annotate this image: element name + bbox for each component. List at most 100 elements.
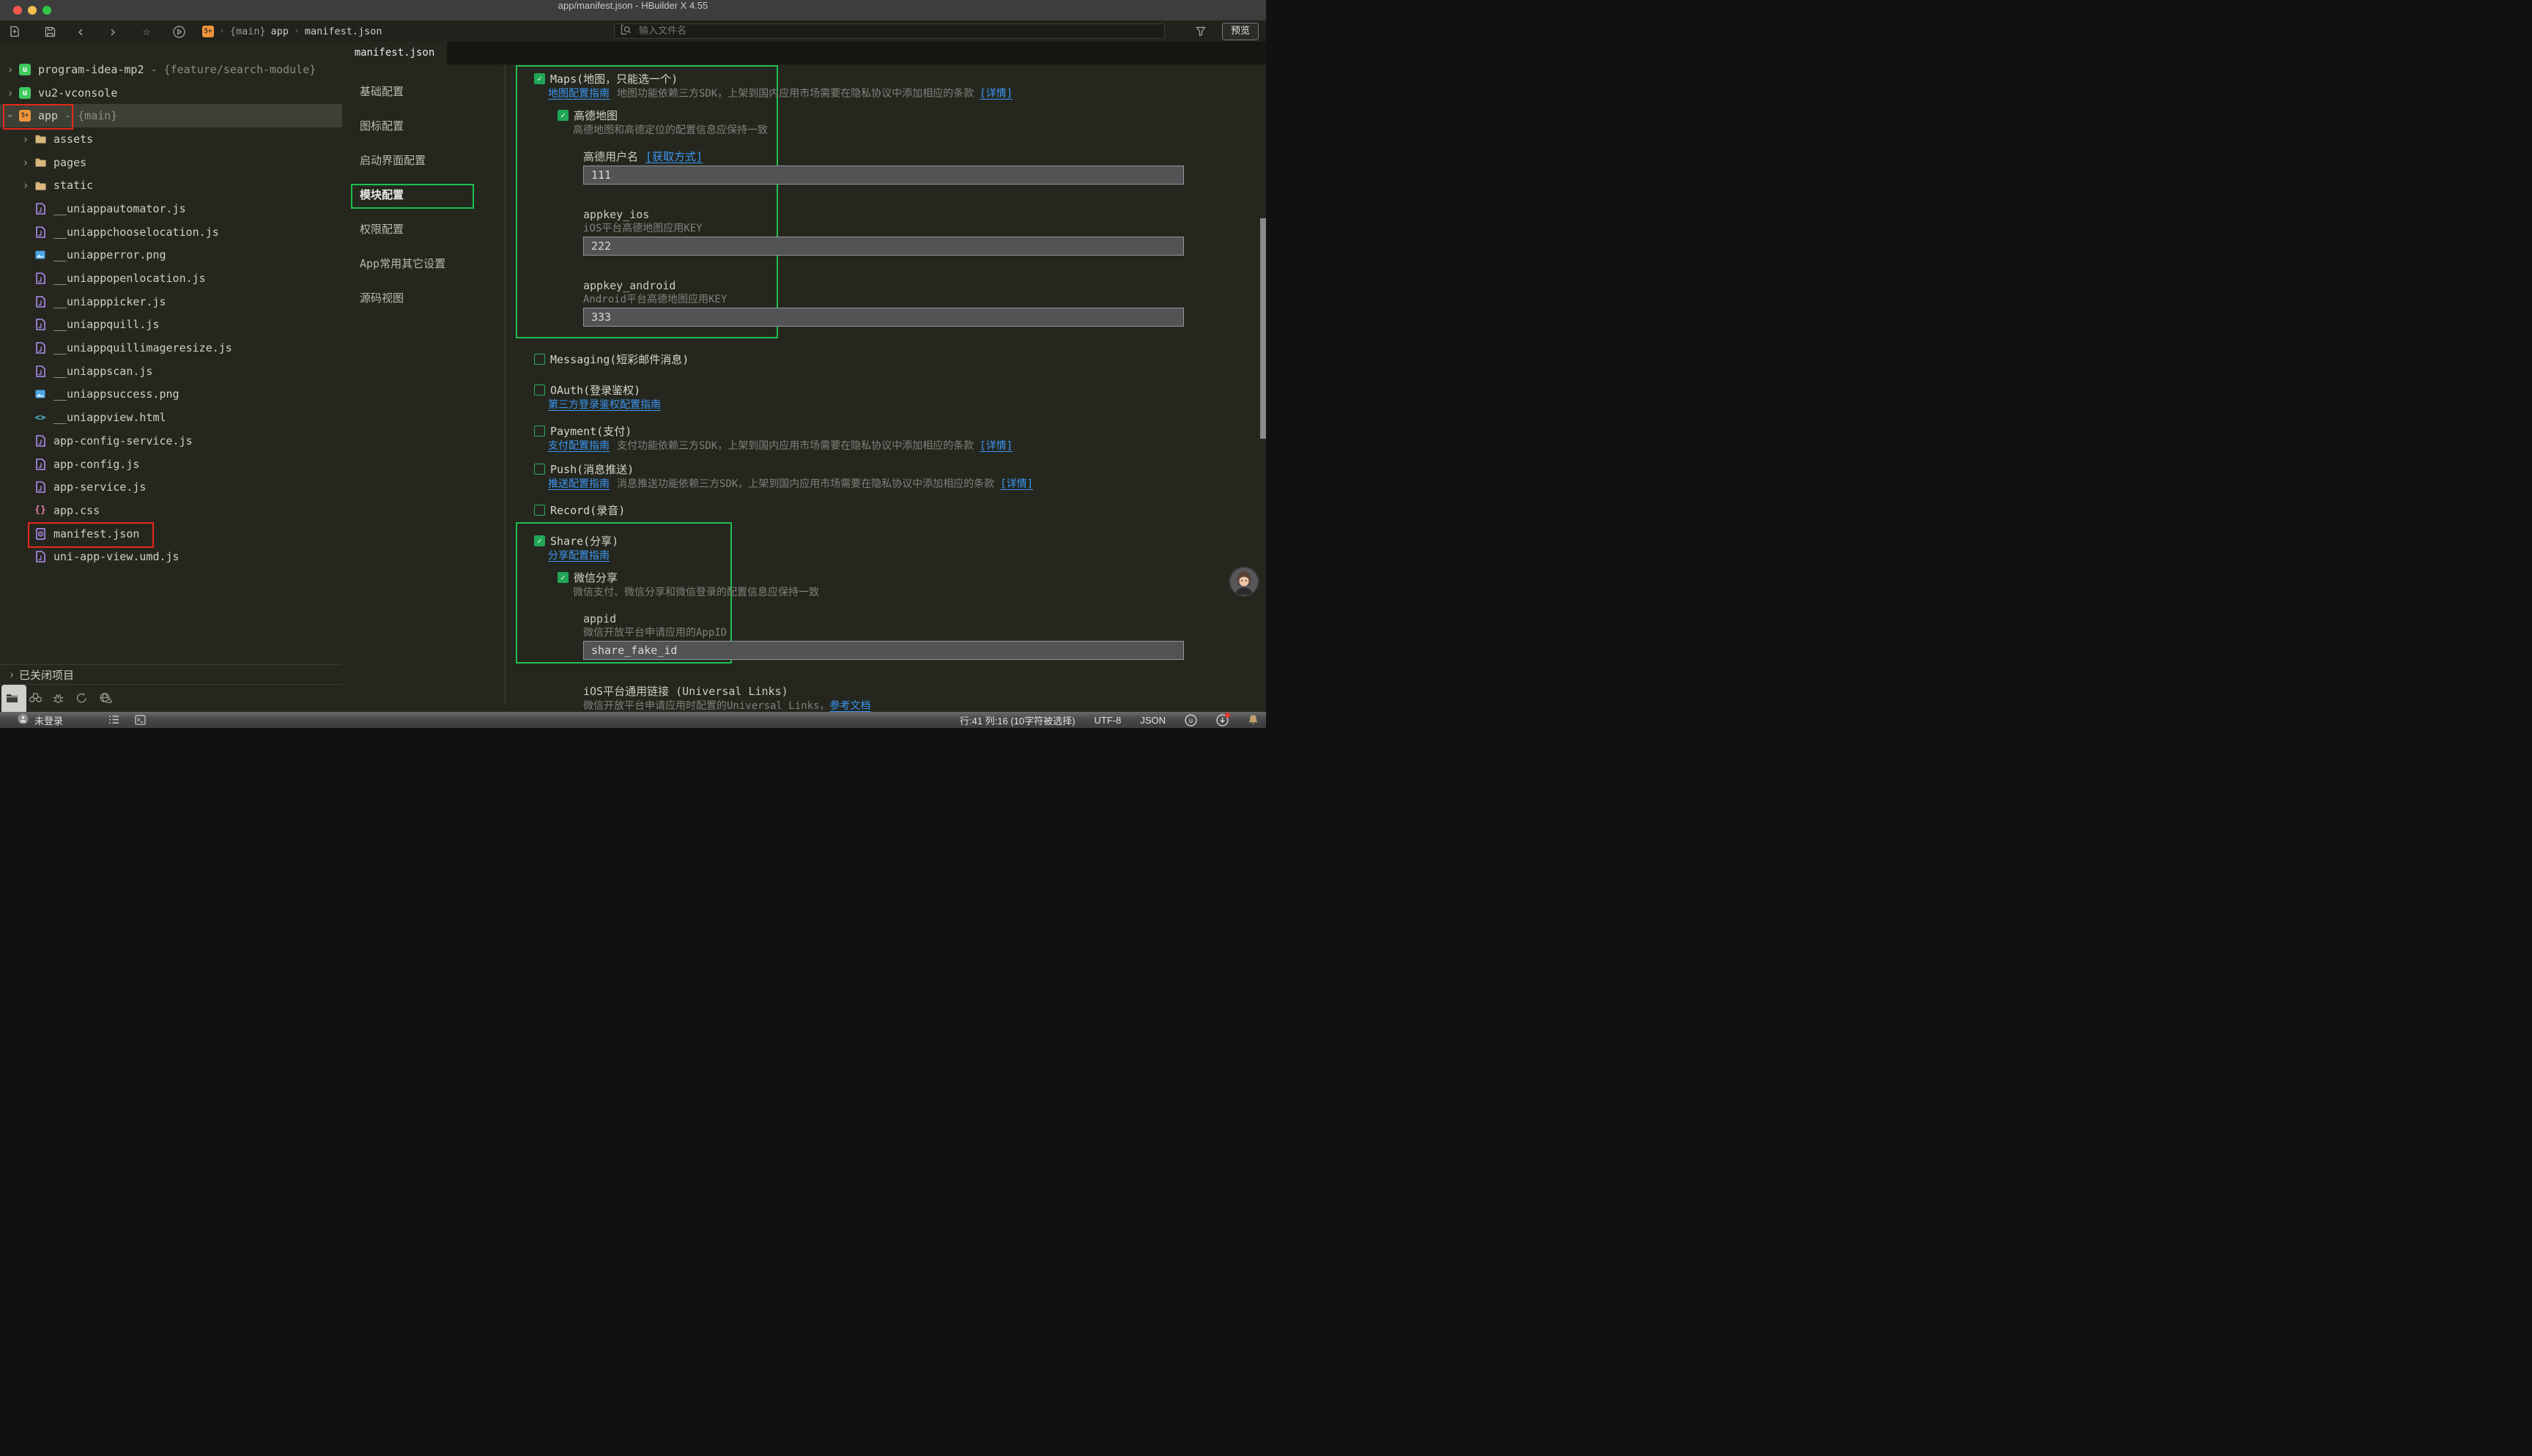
file-search-input[interactable] xyxy=(637,25,1117,37)
js-file-icon xyxy=(34,551,46,562)
link-guide-3[interactable]: 支付配置指南 xyxy=(548,440,610,452)
debug-bug-icon[interactable] xyxy=(52,692,64,707)
chevron-right-icon[interactable]: › xyxy=(21,179,30,192)
project-explorer: ›uprogram-idea-mp2- {feature/search-modu… xyxy=(0,42,342,712)
tree-item-uni-app-viewumdjs[interactable]: uni-app-view.umd.js xyxy=(0,545,342,568)
login-status[interactable]: 未登录 xyxy=(18,712,63,728)
tree-item-__uniappsuccesspng[interactable]: __uniappsuccess.png xyxy=(0,383,342,406)
tree-item-__uniappautomatorjs[interactable]: __uniappautomator.js xyxy=(0,197,342,220)
tree-item-__uniapperrorpng[interactable]: __uniapperror.png xyxy=(0,244,342,267)
checkbox-child[interactable]: ✓ xyxy=(558,572,569,583)
checkbox-child[interactable]: ✓ xyxy=(558,110,569,121)
module-section-0: ✓Maps(地图，只能选一个)地图配置指南地图功能依赖三方SDK，上架到国内应用… xyxy=(505,70,1266,327)
tree-item-app-servicejs[interactable]: app-service.js xyxy=(0,475,342,499)
link-howto[interactable]: [获取方式] xyxy=(645,150,703,163)
checkbox-module-4[interactable] xyxy=(534,464,545,475)
run-icon[interactable] xyxy=(170,23,188,40)
cursor-position-label[interactable]: 行:41 列:16 (10字符被选择) xyxy=(960,713,1076,727)
checkbox-module-3[interactable] xyxy=(534,426,545,437)
tree-item-program-idea-mp2[interactable]: ›uprogram-idea-mp2- {feature/search-modu… xyxy=(0,58,342,81)
nav-item-启动界面配置[interactable]: 启动界面配置 xyxy=(342,144,505,178)
file-search-box[interactable] xyxy=(614,23,1165,39)
link-guide-0[interactable]: 地图配置指南 xyxy=(548,88,610,100)
manifest-file-icon xyxy=(34,528,46,540)
link-guide-4[interactable]: 推送配置指南 xyxy=(548,478,610,490)
closed-projects-row[interactable]: › 已关闭项目 xyxy=(0,664,342,685)
tree-item-pages[interactable]: ›pages xyxy=(0,151,342,174)
breadcrumb-file[interactable]: manifest.json xyxy=(305,26,382,37)
folder-file-icon xyxy=(34,133,46,145)
breadcrumb-project[interactable]: app xyxy=(271,26,289,37)
module-desc: 消息推送功能依赖三方SDK，上架到国内应用市场需要在隐私协议中添加相应的条款 xyxy=(617,478,994,490)
nav-item-图标配置[interactable]: 图标配置 xyxy=(342,109,505,144)
chevron-right-icon[interactable]: › xyxy=(21,156,30,169)
input-appid[interactable] xyxy=(583,641,1184,660)
navigate-forward-icon[interactable]: › xyxy=(104,23,122,40)
chevron-down-icon[interactable]: › xyxy=(4,111,17,120)
language-mode-label[interactable]: JSON xyxy=(1140,715,1166,726)
link-detail-4[interactable]: [详情] xyxy=(1000,478,1033,490)
new-file-icon[interactable] xyxy=(6,23,23,40)
tree-item-manifestjson[interactable]: manifest.json xyxy=(0,522,342,546)
filter-funnel-icon[interactable] xyxy=(1196,26,1206,40)
tree-item-app-config-servicejs[interactable]: app-config-service.js xyxy=(0,429,342,453)
tree-item-app[interactable]: ›5+app- {main} xyxy=(0,104,342,127)
tree-item-label: app xyxy=(38,109,58,122)
tree-item-static[interactable]: ›static xyxy=(0,174,342,197)
files-icon[interactable] xyxy=(6,692,18,706)
bookmark-star-icon[interactable]: ☆ xyxy=(138,23,155,40)
module-section-3: Payment(支付)支付配置指南支付功能依赖三方SDK，上架到国内应用市场需要… xyxy=(505,423,1266,453)
tree-item-appcss[interactable]: {}app.css xyxy=(0,499,342,522)
nav-item-App常用其它设置[interactable]: App常用其它设置 xyxy=(342,247,505,281)
checkbox-module-2[interactable] xyxy=(534,385,545,395)
tree-item-__uniappquillimageresizejs[interactable]: __uniappquillimageresize.js xyxy=(0,336,342,360)
uni-helper-icon[interactable]: u xyxy=(1185,714,1197,727)
link-detail-3[interactable]: [详情] xyxy=(980,440,1013,452)
tree-item-__uniapppickerjs[interactable]: __uniapppicker.js xyxy=(0,290,342,313)
network-globe-icon[interactable] xyxy=(99,692,112,707)
child-desc: 高德地图和高德定位的配置信息应保持一致 xyxy=(505,123,1266,138)
task-list-icon[interactable] xyxy=(108,715,119,727)
input-appkey_ios[interactable] xyxy=(583,237,1184,256)
terminal-icon[interactable] xyxy=(135,715,146,727)
link-doc-ref[interactable]: 参考文档 xyxy=(829,700,870,712)
checkbox-module-1[interactable] xyxy=(534,354,545,365)
input-appkey_android[interactable] xyxy=(583,308,1184,327)
tab-manifest-json[interactable]: manifest.json xyxy=(342,42,447,64)
module-subrow: 支付配置指南支付功能依赖三方SDK，上架到国内应用市场需要在隐私协议中添加相应的… xyxy=(505,439,1266,453)
breadcrumb-branch[interactable]: {main} xyxy=(230,26,266,37)
tree-item-__uniappquilljs[interactable]: __uniappquill.js xyxy=(0,313,342,337)
tree-item-__uniappchooselocationjs[interactable]: __uniappchooselocation.js xyxy=(0,220,342,244)
nav-item-基础配置[interactable]: 基础配置 xyxy=(342,75,505,109)
nav-item-权限配置[interactable]: 权限配置 xyxy=(342,212,505,247)
nav-item-模块配置[interactable]: 模块配置 xyxy=(342,178,505,212)
nav-item-源码视图[interactable]: 源码视图 xyxy=(342,281,505,316)
update-download-icon[interactable] xyxy=(1216,714,1229,727)
link-guide-2[interactable]: 第三方登录鉴权配置指南 xyxy=(548,399,661,411)
encoding-label[interactable]: UTF-8 xyxy=(1094,715,1121,726)
tree-item-__uniappopenlocationjs[interactable]: __uniappopenlocation.js xyxy=(0,267,342,290)
tree-item-label: uni-app-view.umd.js xyxy=(53,550,179,563)
chevron-right-icon[interactable]: › xyxy=(6,63,15,76)
preview-button[interactable]: 预览 xyxy=(1222,23,1259,40)
module-subrow: 第三方登录鉴权配置指南 xyxy=(505,398,1266,412)
tree-item-assets[interactable]: ›assets xyxy=(0,127,342,151)
checkbox-module-6[interactable]: ✓ xyxy=(534,535,545,546)
notification-bell-icon[interactable] xyxy=(1248,714,1259,726)
tree-item-__uniappviewhtml[interactable]: <>__uniappview.html xyxy=(0,406,342,429)
chevron-right-icon[interactable]: › xyxy=(21,133,30,146)
checkbox-module-0[interactable]: ✓ xyxy=(534,73,545,84)
navigate-back-icon[interactable]: ‹ xyxy=(72,23,89,40)
save-icon[interactable] xyxy=(41,23,59,40)
tree-item-__uniappscanjs[interactable]: __uniappscan.js xyxy=(0,360,342,383)
search-binoculars-icon[interactable] xyxy=(29,692,42,706)
chevron-right-icon[interactable]: › xyxy=(6,86,15,100)
checkbox-module-5[interactable] xyxy=(534,505,545,516)
link-guide-6[interactable]: 分享配置指南 xyxy=(548,550,610,562)
tree-item-app-configjs[interactable]: app-config.js xyxy=(0,453,342,476)
sync-refresh-icon[interactable] xyxy=(75,692,88,707)
tree-item-vu2-vconsole[interactable]: ›uvu2-vconsole xyxy=(0,81,342,105)
branch-suffix: - {main} xyxy=(64,109,117,122)
link-detail-0[interactable]: [详情] xyxy=(980,88,1013,100)
input-高德用户名[interactable] xyxy=(583,166,1184,185)
